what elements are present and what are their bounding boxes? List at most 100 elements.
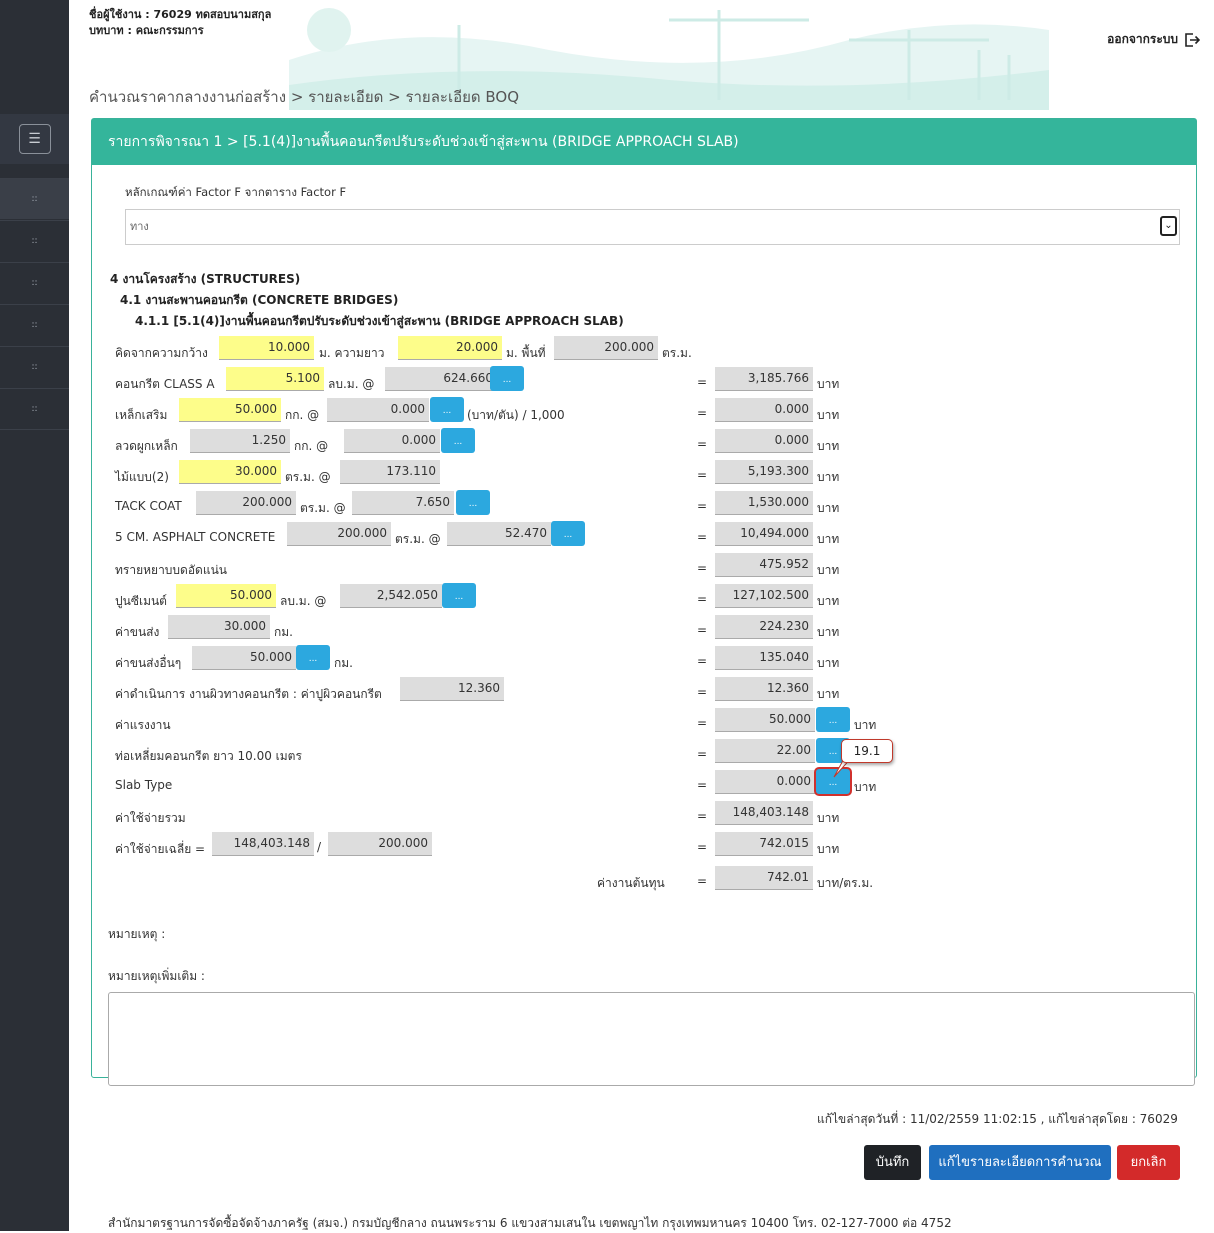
transport-total-field: 224.230 bbox=[715, 615, 813, 639]
baht-unit: บาท bbox=[817, 377, 840, 391]
asphalt-unit: ตร.ม. @ bbox=[395, 532, 441, 546]
equals-sign: = bbox=[697, 406, 708, 420]
steel-price-field: 0.000 bbox=[327, 398, 429, 422]
dim-unit-2: ม. พื้นที่ bbox=[506, 346, 546, 360]
average-total-field: 742.015 bbox=[715, 832, 813, 856]
baht-unit: บาท bbox=[817, 811, 840, 825]
last-edit-info: แก้ไขล่าสุดวันที่ : 11/02/2559 11:02:15 … bbox=[817, 1112, 1178, 1126]
length-input[interactable]: 20.000 bbox=[398, 336, 502, 360]
sidebar-item-1[interactable]: :: bbox=[0, 178, 69, 219]
sidebar-item-2[interactable]: :: bbox=[0, 220, 69, 261]
sidebar-item-4[interactable]: :: bbox=[0, 304, 69, 345]
sidebar-toggle[interactable]: ☰ bbox=[0, 114, 69, 164]
average-divider: / bbox=[317, 840, 322, 854]
dim-unit-1: ม. ความยาว bbox=[319, 346, 385, 360]
cost-total-field: 742.01 bbox=[715, 866, 813, 890]
cement-label: ปูนซีเมนต์ bbox=[115, 594, 167, 608]
sidebar-item-6[interactable]: :: bbox=[0, 388, 69, 430]
concrete-price-field: 624.660 bbox=[385, 367, 497, 391]
dim-label: คิดจากความกว้าง bbox=[115, 346, 208, 360]
logout-link[interactable]: ออกจากระบบ bbox=[1107, 30, 1200, 49]
formwork-qty-input[interactable]: 30.000 bbox=[179, 460, 281, 484]
remark-textarea[interactable] bbox=[108, 992, 1195, 1086]
wire-qty-field: 1.250 bbox=[190, 429, 290, 453]
equals-sign: = bbox=[697, 778, 708, 792]
transport-other-qty-field: 50.000 bbox=[192, 646, 296, 670]
culvert-total-field: 22.00 bbox=[715, 739, 815, 763]
cost-label: ค่างานต้นทุน bbox=[597, 876, 665, 890]
tack-qty-field: 200.000 bbox=[196, 491, 296, 515]
slab-type-label: Slab Type bbox=[115, 778, 173, 792]
equals-sign: = bbox=[697, 685, 708, 699]
equals-sign: = bbox=[697, 809, 708, 823]
logout-icon bbox=[1185, 32, 1200, 47]
equals-sign: = bbox=[697, 437, 708, 451]
user-info: ชื่อผู้ใช้งาน : 76029 ทดสอบนามสกุล บทบาท… bbox=[89, 7, 271, 39]
labor-label: ค่าแรงงาน bbox=[115, 718, 171, 732]
operation-label: ค่าดำเนินการ งานผิวทางคอนกรีต : ค่าปูผิว… bbox=[115, 687, 382, 701]
panel-title: รายการพิจารณา 1 > [5.1(4)]งานพื้นคอนกรีต… bbox=[92, 119, 1196, 165]
cement-lookup-button[interactable]: ... bbox=[442, 583, 476, 608]
width-input[interactable]: 10.000 bbox=[219, 336, 314, 360]
baht-unit: บาท bbox=[817, 594, 840, 608]
steel-qty-input[interactable]: 50.000 bbox=[179, 398, 281, 422]
edit-calculation-button[interactable]: แก้ไขรายละเอียดการคำนวณ bbox=[929, 1145, 1111, 1180]
steel-unit: กก. @ bbox=[285, 408, 320, 422]
menu-icon[interactable]: ☰ bbox=[18, 124, 51, 154]
concrete-qty-input[interactable]: 5.100 bbox=[226, 367, 324, 391]
sidebar-item-3[interactable]: :: bbox=[0, 262, 69, 303]
equals-sign: = bbox=[697, 654, 708, 668]
labor-lookup-button[interactable]: ... bbox=[816, 707, 850, 732]
equals-sign: = bbox=[697, 530, 708, 544]
transport-unit: กม. bbox=[274, 625, 293, 639]
average-label: ค่าใช้จ่ายเฉลี่ย = bbox=[115, 842, 206, 856]
cement-total-field: 127,102.500 bbox=[715, 584, 813, 608]
baht-unit: บาท bbox=[854, 718, 877, 732]
logout-label: ออกจากระบบ bbox=[1107, 32, 1178, 46]
baht-unit: บาท bbox=[817, 532, 840, 546]
remark-label: หมายเหตุ : bbox=[108, 927, 166, 941]
cement-qty-input[interactable]: 50.000 bbox=[176, 584, 276, 608]
steel-price-note: (บาท/ตัน) / 1,000 bbox=[467, 408, 565, 422]
user-role: บทบาท : คณะกรรมการ bbox=[89, 24, 204, 37]
equals-sign: = bbox=[697, 623, 708, 637]
wire-lookup-button[interactable]: ... bbox=[441, 428, 475, 453]
footer-text: สำนักมาตรฐานการจัดซื้อจัดจ้างภาครัฐ (สมจ… bbox=[108, 1216, 952, 1230]
grid-icon: :: bbox=[31, 362, 38, 372]
sidebar-item-5[interactable]: :: bbox=[0, 346, 69, 387]
chevron-down-icon[interactable]: ⌄ bbox=[1160, 216, 1177, 236]
tack-lookup-button[interactable]: ... bbox=[456, 490, 490, 515]
asphalt-price-field: 52.470 bbox=[447, 522, 551, 546]
remark-more-label: หมายเหตุเพิ่มเติม : bbox=[108, 969, 205, 983]
grid-icon: :: bbox=[31, 194, 38, 204]
grid-icon: :: bbox=[31, 404, 38, 414]
grid-icon: :: bbox=[31, 278, 38, 288]
steel-lookup-button[interactable]: ... bbox=[430, 397, 464, 422]
equals-sign: = bbox=[697, 747, 708, 761]
section-heading-3: 4.1.1 [5.1(4)]งานพื้นคอนกรีตปรับระดับช่ว… bbox=[135, 314, 624, 328]
tooltip: 19.1 bbox=[841, 739, 893, 763]
dim-unit-3: ตร.ม. bbox=[662, 346, 692, 360]
asphalt-total-field: 10,494.000 bbox=[715, 522, 813, 546]
cancel-button[interactable]: ยกเลิก bbox=[1117, 1145, 1180, 1180]
factor-select[interactable]: ทาง ⌄ bbox=[125, 209, 1180, 245]
save-button[interactable]: บันทึก bbox=[864, 1145, 921, 1180]
labor-total-field: 50.000 bbox=[715, 708, 815, 732]
transport-other-lookup-button[interactable]: ... bbox=[296, 645, 330, 670]
user-name: ชื่อผู้ใช้งาน : 76029 ทดสอบนามสกุล bbox=[89, 8, 272, 21]
section-heading-1: 4 งานโครงสร้าง (STRUCTURES) bbox=[110, 272, 301, 286]
concrete-lookup-button[interactable]: ... bbox=[490, 366, 524, 391]
baht-unit: บาท bbox=[817, 470, 840, 484]
equals-sign: = bbox=[697, 375, 708, 389]
average-denominator-field: 200.000 bbox=[328, 832, 432, 856]
transport-other-unit: กม. bbox=[334, 656, 353, 670]
equals-sign: = bbox=[697, 499, 708, 513]
steel-total-field: 0.000 bbox=[715, 398, 813, 422]
grid-icon: :: bbox=[31, 320, 38, 330]
area-field: 200.000 bbox=[554, 336, 658, 360]
formwork-total-field: 5,193.300 bbox=[715, 460, 813, 484]
asphalt-lookup-button[interactable]: ... bbox=[551, 521, 585, 546]
wire-unit: กก. @ bbox=[294, 439, 329, 453]
sum-total-field: 148,403.148 bbox=[715, 801, 813, 825]
equals-sign: = bbox=[697, 592, 708, 606]
